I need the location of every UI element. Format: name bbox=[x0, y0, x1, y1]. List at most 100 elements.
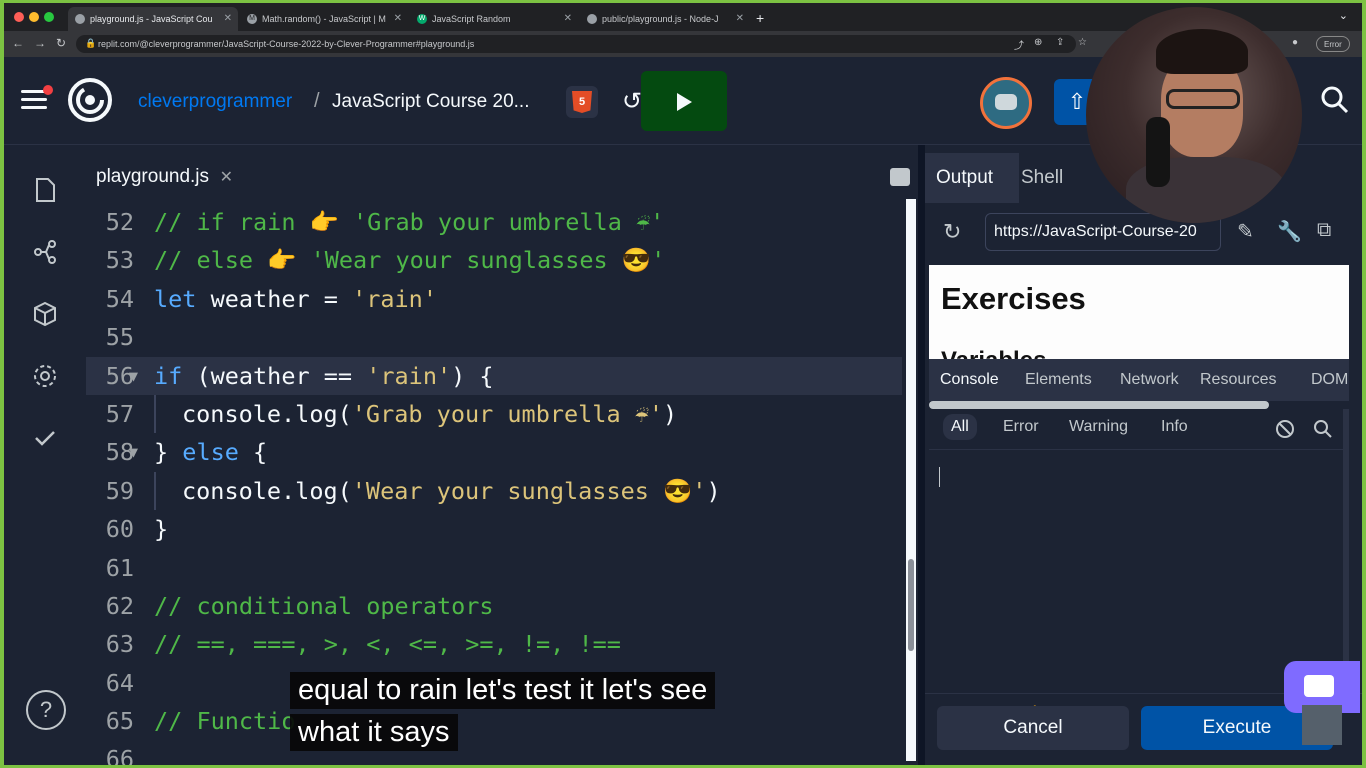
clear-console-icon[interactable] bbox=[1275, 419, 1295, 439]
line-number: 64 bbox=[105, 668, 134, 697]
webcam-overlay bbox=[1086, 7, 1302, 223]
error-badge[interactable]: Error bbox=[1316, 36, 1350, 52]
line-number: 55 bbox=[105, 323, 134, 352]
code-line[interactable]: 60} bbox=[86, 510, 902, 548]
web-preview[interactable]: Exercises Variables bbox=[929, 265, 1349, 359]
code-line[interactable]: 53 // else 👉 'Wear your sunglasses 😎' bbox=[86, 241, 902, 279]
close-window-icon[interactable] bbox=[14, 12, 24, 22]
console-input-cursor[interactable] bbox=[939, 467, 940, 487]
editor-scrollbar[interactable] bbox=[906, 199, 916, 761]
close-tab-icon[interactable]: ✕ bbox=[220, 167, 233, 187]
indent-guide bbox=[154, 471, 156, 510]
tab-console[interactable]: Console bbox=[940, 371, 999, 389]
filter-warning[interactable]: Warning bbox=[1061, 414, 1136, 440]
checkmark-icon[interactable] bbox=[32, 425, 58, 451]
packages-icon[interactable] bbox=[32, 301, 58, 327]
files-icon[interactable] bbox=[32, 177, 58, 203]
reload-preview-icon[interactable]: ↻ bbox=[943, 219, 961, 245]
browser-tab-javascript-random[interactable]: W JavaScript Random ✕ bbox=[410, 7, 578, 31]
browser-tab-node[interactable]: public/playground.js - Node-J ✕ bbox=[580, 7, 750, 31]
tab-dom[interactable]: DOM bbox=[1311, 371, 1348, 389]
play-icon bbox=[677, 93, 692, 111]
open-new-tab-icon[interactable]: ⧉ bbox=[1317, 219, 1331, 242]
line-number: 52 bbox=[105, 208, 134, 236]
code-line[interactable]: 58 ▼} else { bbox=[86, 433, 902, 471]
bookmark-star-icon[interactable]: ☆ bbox=[1078, 37, 1087, 48]
share-icon[interactable]: ⤴ bbox=[1014, 37, 1024, 52]
settings-gear-icon[interactable] bbox=[32, 363, 58, 389]
editor-panel-icon[interactable] bbox=[890, 168, 910, 186]
code-line[interactable]: 59 console.log('Wear your sunglasses 😎') bbox=[86, 471, 902, 510]
fold-arrow-icon[interactable]: ▼ bbox=[129, 433, 138, 471]
devtools-tab-scrollbar[interactable] bbox=[929, 401, 1269, 409]
code-text: // Functio bbox=[154, 702, 295, 740]
browser-tab-math-random[interactable]: M Math.random() - JavaScript | M ✕ bbox=[240, 7, 408, 31]
code-text: console.log('Wear your sunglasses 😎') bbox=[154, 471, 721, 510]
url-text: replit.com/@cleverprogrammer/JavaScript-… bbox=[98, 39, 475, 49]
reload-icon[interactable]: ↻ bbox=[56, 36, 66, 50]
scrollbar-thumb[interactable] bbox=[908, 559, 914, 651]
help-icon[interactable]: ? bbox=[26, 690, 66, 730]
filter-error[interactable]: Error bbox=[995, 414, 1047, 440]
repl-title[interactable]: JavaScript Course 20... bbox=[332, 91, 529, 113]
back-icon[interactable]: ← bbox=[12, 36, 24, 50]
forward-icon[interactable]: → bbox=[34, 36, 46, 50]
preview-subheading: Variables bbox=[941, 347, 1046, 359]
new-tab-icon[interactable]: + bbox=[756, 10, 764, 26]
code-line[interactable]: 54 let weather = 'rain' bbox=[86, 280, 902, 318]
filter-info[interactable]: Info bbox=[1153, 414, 1196, 440]
code-text: // ==, ===, >, <, <=, >=, !=, !== bbox=[154, 625, 621, 663]
code-token: ) { bbox=[451, 361, 494, 390]
repl-owner-link[interactable]: cleverprogrammer bbox=[138, 91, 292, 113]
code-line[interactable]: 63 // ==, ===, >, <, <=, >=, !=, !== bbox=[86, 625, 902, 663]
code-token: (weather == bbox=[182, 361, 367, 390]
file-tab-playground[interactable]: playground.js ✕ bbox=[86, 153, 245, 195]
url-field[interactable]: 🔒 replit.com/@cleverprogrammer/JavaScrip… bbox=[76, 35, 1076, 53]
history-icon[interactable]: ↺ bbox=[622, 87, 642, 116]
profile-avatar-icon[interactable]: ● bbox=[1292, 37, 1298, 48]
close-tab-icon[interactable]: ✕ bbox=[736, 13, 744, 24]
share-page-icon[interactable]: ⇪ bbox=[1056, 37, 1064, 48]
replit-favicon-icon bbox=[587, 14, 597, 24]
maximize-window-icon[interactable] bbox=[44, 12, 54, 22]
tab-elements[interactable]: Elements bbox=[1025, 371, 1092, 389]
code-line[interactable]: 62 // conditional operators bbox=[86, 587, 902, 625]
webcam-presenter-glasses bbox=[1166, 89, 1240, 109]
minimize-window-icon[interactable] bbox=[29, 12, 39, 22]
code-line[interactable]: 56 ▼ if (weather == 'rain') { bbox=[86, 356, 902, 395]
fold-arrow-icon[interactable]: ▼ bbox=[129, 357, 138, 395]
filter-all[interactable]: All bbox=[943, 414, 977, 440]
browser-tab-label: JavaScript Random bbox=[432, 14, 511, 24]
tab-search-icon[interactable]: ⌄ bbox=[1339, 9, 1348, 22]
devtools-tab-bar: Console Elements Network Resources DOM bbox=[929, 359, 1349, 401]
console-scrollbar[interactable] bbox=[1343, 409, 1349, 699]
preview-heading: Exercises bbox=[941, 281, 1086, 316]
cancel-button[interactable]: Cancel bbox=[937, 706, 1129, 750]
divider bbox=[929, 449, 1349, 450]
close-tab-icon[interactable]: ✕ bbox=[564, 13, 572, 24]
code-line[interactable]: 55 bbox=[86, 318, 902, 356]
run-button[interactable] bbox=[641, 71, 727, 131]
code-line[interactable]: 52 // if rain 👉 'Grab your umbrella ☔' bbox=[86, 203, 902, 241]
code-text: } bbox=[154, 510, 168, 548]
version-control-icon[interactable] bbox=[32, 239, 58, 265]
search-icon[interactable] bbox=[1320, 85, 1350, 115]
clever-programmer-logo-icon[interactable] bbox=[67, 77, 113, 123]
code-line[interactable]: 61 bbox=[86, 549, 902, 587]
close-tab-icon[interactable]: ✕ bbox=[224, 13, 232, 24]
user-avatar[interactable] bbox=[980, 77, 1032, 129]
tab-shell[interactable]: Shell bbox=[1021, 167, 1063, 189]
tab-output[interactable]: Output bbox=[936, 167, 993, 189]
zoom-icon[interactable]: ⊕ bbox=[1034, 37, 1042, 48]
tab-network[interactable]: Network bbox=[1120, 371, 1179, 389]
code-line[interactable]: 57 console.log('Grab your umbrella ☔') bbox=[86, 394, 902, 433]
tab-resources[interactable]: Resources bbox=[1200, 371, 1276, 389]
close-tab-icon[interactable]: ✕ bbox=[394, 13, 402, 24]
code-token: else bbox=[182, 438, 239, 467]
code-text: if (weather == 'rain') { bbox=[154, 357, 494, 395]
html5-icon[interactable]: 5 bbox=[566, 86, 598, 118]
search-console-icon[interactable] bbox=[1313, 419, 1333, 439]
browser-tab-playground[interactable]: playground.js - JavaScript Cou ✕ bbox=[68, 7, 238, 31]
line-number: 65 bbox=[105, 707, 134, 736]
code-line[interactable]: 66 bbox=[86, 740, 902, 765]
